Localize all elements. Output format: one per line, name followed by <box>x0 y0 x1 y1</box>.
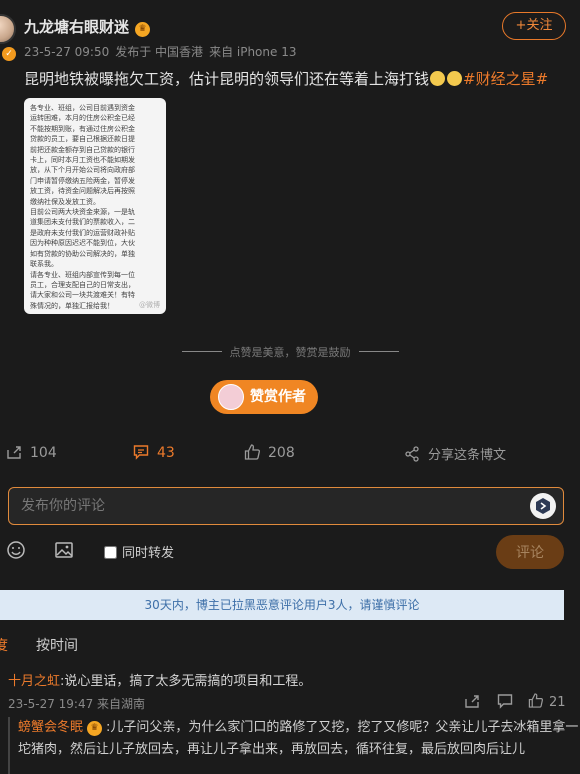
reward-label: 赞赏作者 <box>250 389 306 405</box>
submit-comment-button[interactable]: 评论 <box>496 535 564 569</box>
like-count: 208 <box>268 445 295 461</box>
sort-hot-tab[interactable]: 度 <box>0 635 8 655</box>
author-name-text[interactable]: 九龙塘右眼财迷 <box>24 18 129 36</box>
repost-checkbox-input[interactable] <box>104 546 117 559</box>
comment-icon <box>133 445 149 460</box>
comment-tools: 同时转发 <box>0 540 580 564</box>
action-bar: 104 43 208 分享这条博文 <box>0 444 580 468</box>
divider-text: 点赞是美意，赞赏是鼓励 <box>229 346 351 359</box>
post-body-text: 昆明地铁被曝拖欠工资，估计昆明的领导们还在等着上海打钱 <box>24 70 430 88</box>
post-header: ✓ 九龙塘右眼财迷 ♛ 23-5-27 09:50 发布于 中国香港 来自 iPhon… <box>0 0 580 62</box>
comment-input[interactable] <box>8 487 564 525</box>
comment-count: 43 <box>157 445 175 461</box>
share-icon <box>7 446 21 459</box>
comment-like-count: 21 <box>549 695 566 710</box>
blacklist-notice: 30天内，博主已拉黑恶意评论用户3人，请谨慎评论 <box>0 590 564 620</box>
verified-badge-icon: ✓ <box>2 47 16 61</box>
crown-icon: ♛ <box>87 721 103 736</box>
repost-label: 同时转发 <box>122 546 175 561</box>
image-watermark: @微博 <box>139 301 160 309</box>
reward-author-button[interactable]: 赞赏作者 <box>210 380 318 414</box>
reward-avatar-icon <box>218 384 244 410</box>
divider-line <box>358 351 399 352</box>
repost-icon <box>405 446 419 462</box>
emoji-icon[interactable] <box>6 540 26 560</box>
doge-emoji-icon <box>430 71 446 86</box>
laugh-emoji-icon <box>447 71 463 86</box>
image-icon[interactable] <box>54 540 74 560</box>
share-button[interactable]: 104 <box>6 444 57 461</box>
reply-author[interactable]: 螃蟹会冬眠 <box>18 720 83 735</box>
comment-like-button[interactable]: 21 <box>528 693 566 710</box>
reward-divider: 点赞是美意，赞赏是鼓励 <box>0 344 580 360</box>
post-image[interactable]: 各专业、班组，公司目前遇到资金 运转困难，本月的住房公积金已经 不能按期到账，有… <box>24 98 166 314</box>
like-button[interactable]: 208 <box>244 444 295 461</box>
sort-by-time-tab[interactable]: 按时间 <box>36 635 78 655</box>
comment-meta: 23-5-27 19:47 来自湖南 <box>8 697 146 711</box>
author-name[interactable]: 九龙塘右眼财迷 ♛ <box>24 16 151 37</box>
crown-icon: ♛ <box>135 22 151 37</box>
reply-text: :儿子问父亲，为什么家门口的路修了又挖，挖了又修呢？父亲让儿子去冰箱里拿一坨猪肉… <box>18 720 579 757</box>
follow-button[interactable]: +关注 <box>502 12 566 40</box>
comment-reply-icon[interactable] <box>497 693 513 709</box>
emoji-picker-icon[interactable] <box>530 493 556 519</box>
post-location: 发布于 中国香港 <box>115 45 204 59</box>
share-count: 104 <box>30 445 57 461</box>
comment-reply: 螃蟹会冬眠 ♛:儿子问父亲，为什么家门口的路修了又挖，挖了又修呢？父亲让儿子去冰箱… <box>8 717 580 774</box>
like-icon <box>244 444 260 460</box>
post-meta: 23-5-27 09:50 发布于 中国香港 来自 iPhone 13 <box>24 43 302 60</box>
comment-text: :说心里话，搞了太多无需搞的项目和工程。 <box>60 674 312 689</box>
comment-share-icon[interactable] <box>464 693 480 709</box>
repost-checkbox[interactable]: 同时转发 <box>104 542 174 561</box>
hashtag-link[interactable]: #财经之星# <box>463 70 548 88</box>
share-post-label: 分享这条博文 <box>428 448 507 463</box>
author-avatar[interactable] <box>0 14 16 44</box>
post-image-text: 各专业、班组，公司目前遇到资金 运转困难，本月的住房公积金已经 不能按期到账，有… <box>30 104 135 310</box>
post-device: 来自 iPhone 13 <box>209 45 297 59</box>
share-post-button[interactable]: 分享这条博文 <box>404 444 506 463</box>
comment-button[interactable]: 43 <box>133 444 175 461</box>
post-text: 昆明地铁被曝拖欠工资，估计昆明的领导们还在等着上海打钱 #财经之星# <box>24 68 548 89</box>
post-date: 23-5-27 09:50 <box>24 45 110 59</box>
comment-author[interactable]: 十月之虹 <box>8 674 60 689</box>
comment-like-icon <box>528 693 543 708</box>
emoji-picker-glyph-icon <box>536 498 550 514</box>
divider-line <box>181 351 222 352</box>
comment-item: 十月之虹:说心里话，搞了太多无需搞的项目和工程。 <box>8 670 568 689</box>
